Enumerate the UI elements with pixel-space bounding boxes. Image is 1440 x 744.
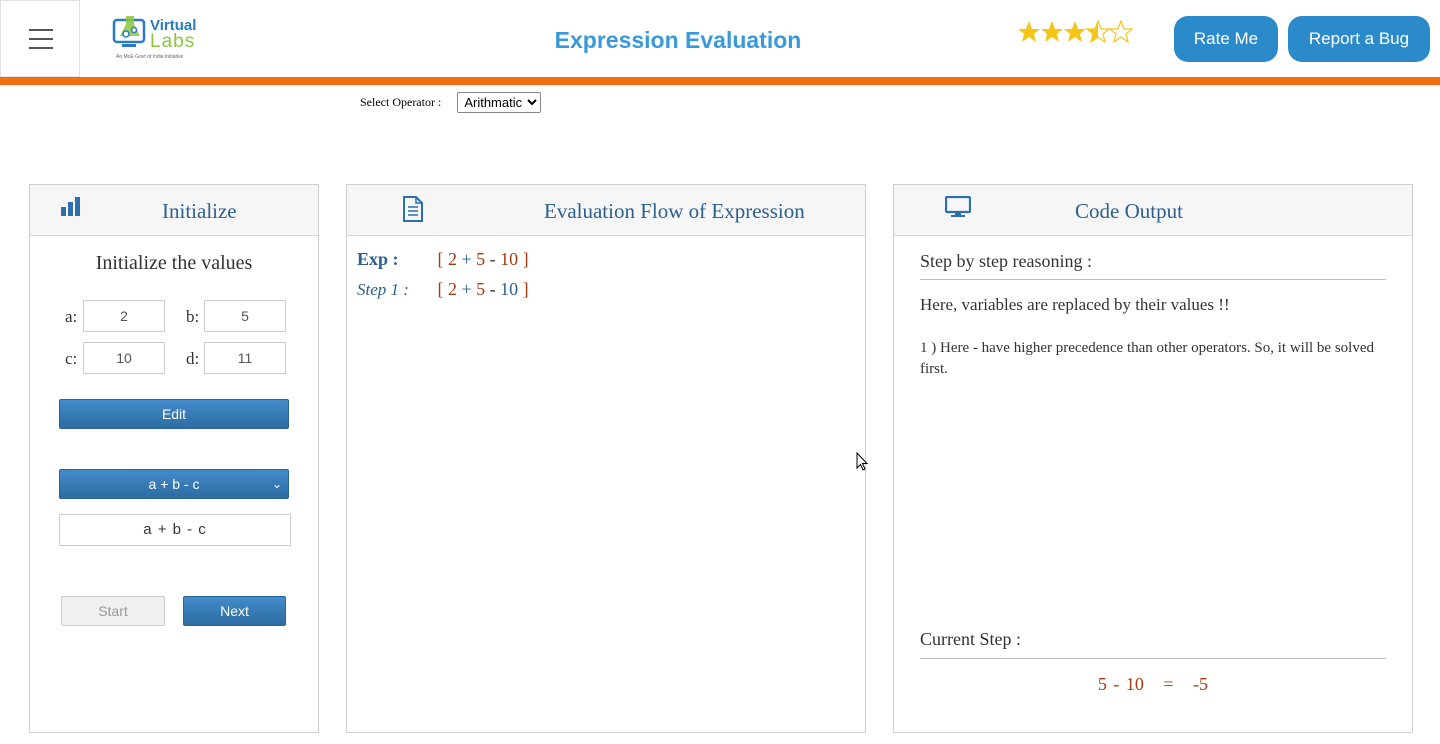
step-label: Step 1 : [357, 280, 409, 299]
initialize-panel: Initialize Initialize the values a: b: c… [29, 184, 319, 733]
var-c-input[interactable] [83, 342, 165, 374]
monitor-icon [945, 196, 971, 217]
empty-star-icon[interactable] [1108, 19, 1134, 44]
mouse-cursor-icon [856, 452, 868, 471]
var-b-label: b: [186, 307, 200, 326]
code-output-title: Code Output [1075, 199, 1183, 223]
var-b-input[interactable] [204, 300, 286, 332]
header-divider [0, 77, 1440, 85]
var-a-input[interactable] [83, 300, 165, 332]
expression-row: Exp : [ 2 + 5 - 10 ] [357, 249, 529, 270]
page-title: Expression Evaluation [554, 27, 802, 53]
virtual-labs-logo[interactable]: Virtual Labs An MoE Govt of India Initia… [110, 12, 202, 64]
document-icon [403, 196, 423, 222]
current-step-divider [920, 658, 1386, 659]
expression-display: a + b - c [59, 514, 291, 546]
rate-me-button[interactable]: Rate Me [1174, 16, 1278, 62]
chevron-down-icon: ⌄ [271, 477, 282, 491]
star-icon[interactable] [1041, 21, 1063, 42]
reasoning-line-2: 1 ) Here - have higher precedence than o… [920, 340, 1374, 377]
logo-text-labs: Labs [150, 31, 196, 52]
current-step-label: Current Step : [920, 629, 1021, 649]
var-d-input[interactable] [204, 342, 286, 374]
menu-icon[interactable] [0, 0, 80, 77]
var-a-label: a: [65, 307, 78, 326]
expression-select-value: a + b - c [148, 476, 200, 492]
reasoning-divider [920, 279, 1386, 280]
edit-button[interactable]: Edit [59, 399, 289, 429]
evaluation-flow-panel: Evaluation Flow of Expression Exp : [ 2 … [346, 184, 866, 733]
logo-tagline: An MoE Govt of India Initiative [116, 54, 184, 60]
expression-select[interactable]: a + b - c ⌄ [59, 469, 289, 499]
evaluation-flow-title: Evaluation Flow of Expression [544, 199, 805, 223]
header: Virtual Labs An MoE Govt of India Initia… [0, 0, 1440, 77]
report-bug-button[interactable]: Report a Bug [1288, 16, 1430, 62]
operator-select[interactable]: Arithmatic [457, 92, 542, 113]
rating-stars[interactable] [1017, 19, 1134, 53]
exp-label: Exp : [357, 249, 399, 269]
logo-flask-icon [112, 16, 146, 47]
var-c-label: c: [65, 349, 78, 368]
star-icon[interactable] [1064, 21, 1086, 42]
star-icon[interactable] [1018, 21, 1040, 42]
reasoning-line-1: Here, variables are replaced by their va… [920, 295, 1230, 314]
code-output-header: Code Output [894, 185, 1412, 236]
var-d-label: d: [186, 349, 200, 368]
initialize-panel-header: Initialize [30, 185, 318, 236]
evaluation-flow-header: Evaluation Flow of Expression [347, 185, 865, 236]
half-star-icon[interactable] [1085, 19, 1111, 44]
step-row: Step 1 : [ 2 + 5 - 10 ] [357, 279, 529, 300]
step-value: [ 2 + 5 - 10 ] [437, 279, 529, 299]
initialize-heading: Initialize the values [95, 252, 253, 274]
next-button[interactable]: Next [183, 596, 286, 626]
start-button[interactable]: Start [61, 596, 165, 626]
expression-value: [ 2 + 5 - 10 ] [437, 249, 529, 269]
reasoning-label: Step by step reasoning : [920, 251, 1092, 271]
bar-chart-icon [61, 197, 80, 216]
operator-label: Select Operator : [360, 95, 442, 109]
initialize-title: Initialize [162, 199, 237, 223]
current-step-calculation: 5 - 10 = -5 [1097, 674, 1209, 694]
operator-row: Select Operator : Arithmatic [360, 92, 542, 113]
code-output-panel: Code Output Step by step reasoning : Her… [893, 184, 1413, 733]
